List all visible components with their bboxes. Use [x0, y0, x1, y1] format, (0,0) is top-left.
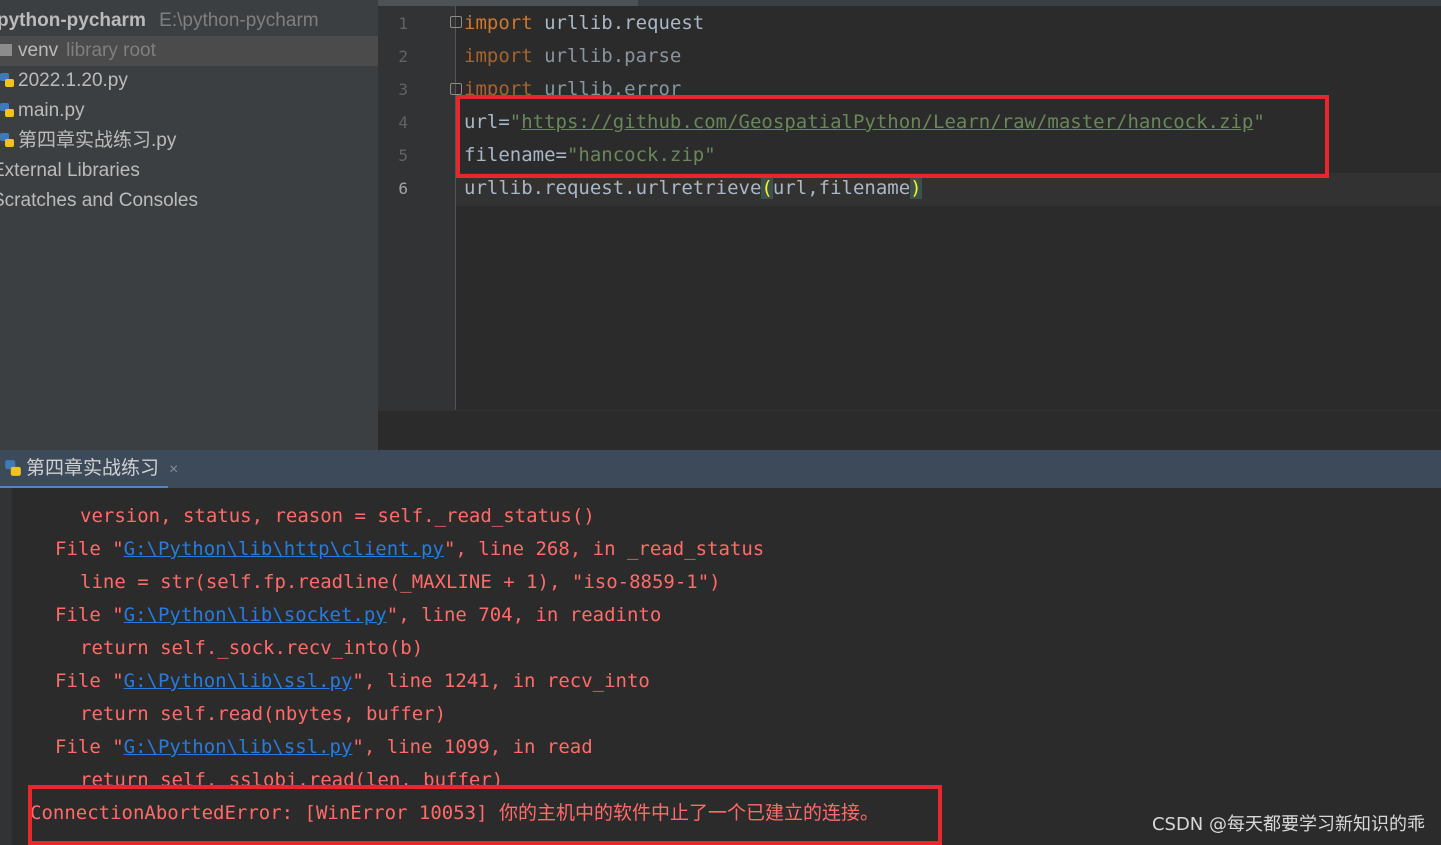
- tree-item-file[interactable]: main.py: [0, 96, 378, 126]
- project-root-path: E:\python-pycharm: [159, 10, 319, 31]
- line-number-gutter: [378, 6, 456, 410]
- code-text: urllib.parse: [532, 45, 682, 67]
- highlight-box: [456, 95, 1329, 178]
- code-text: urllib.request.urlretrieve: [464, 177, 762, 199]
- console-line: version, status, reason = self._read_sta…: [80, 505, 595, 527]
- console-text: ", line 268, in _read_status: [443, 538, 765, 560]
- gutter-separator: [455, 6, 456, 410]
- fold-marker-icon[interactable]: [450, 83, 462, 95]
- file-link[interactable]: G:\Python\lib\http\client.py: [124, 538, 444, 560]
- tree-item-label: 第四章实战练习.py: [18, 130, 177, 151]
- folder-icon: [0, 44, 12, 56]
- line-number: 3: [398, 80, 408, 99]
- tree-item-file[interactable]: 2022.1.20.py: [0, 66, 378, 96]
- watermark: CSDN @每天都要学习新知识的乖: [1151, 814, 1425, 835]
- console-text: ", line 1099, in read: [352, 736, 593, 758]
- console-line: File "G:\Python\lib\http\client.py", lin…: [55, 533, 764, 566]
- console-line: line = str(self.fp.readline(_MAXLINE + 1…: [80, 571, 721, 593]
- code-line: import urllib.parse: [464, 40, 681, 73]
- console-text: File ": [55, 604, 124, 626]
- run-tool-window-header: 第四章实战练习 ×: [0, 450, 1441, 488]
- code-line: import urllib.request: [464, 7, 704, 40]
- console-text: ", line 704, in readinto: [386, 604, 662, 626]
- matched-paren: ): [910, 177, 922, 199]
- code-editor[interactable]: 1 2 3 4 5 6 import urllib.request import…: [378, 0, 1441, 450]
- console-text: File ": [55, 736, 124, 758]
- code-text: url,filename: [772, 177, 911, 199]
- tree-item-external-libraries[interactable]: External Libraries: [0, 156, 370, 186]
- console-toolbar-strip: [0, 488, 12, 845]
- project-root-name: python-pycharm: [0, 10, 146, 31]
- tree-item-label: venv: [18, 40, 59, 61]
- console-text: File ": [55, 538, 124, 560]
- python-file-icon: [0, 73, 14, 87]
- console-line: File "G:\Python\lib\socket.py", line 704…: [55, 599, 661, 632]
- line-number: 6: [398, 179, 408, 198]
- file-link[interactable]: G:\Python\lib\ssl.py: [124, 670, 353, 692]
- console-text: ", line 1241, in recv_into: [352, 670, 650, 692]
- console-line: File "G:\Python\lib\ssl.py", line 1099, …: [55, 731, 593, 764]
- tree-item-venv[interactable]: venv library root: [0, 36, 378, 66]
- code-text: urllib.error: [532, 78, 682, 95]
- python-file-icon: [0, 133, 14, 147]
- python-run-icon: [5, 460, 21, 476]
- matched-paren: (: [761, 177, 773, 199]
- line-number: 4: [398, 113, 408, 132]
- keyword: import: [464, 12, 533, 34]
- tree-item-sub: library root: [66, 40, 156, 61]
- keyword: import: [464, 78, 533, 95]
- close-icon[interactable]: ×: [169, 461, 178, 478]
- tree-item-label: Scratches and Consoles: [0, 190, 198, 211]
- line-number: 1: [398, 14, 408, 33]
- file-link[interactable]: G:\Python\lib\ssl.py: [124, 736, 353, 758]
- editor-tab-bar: [378, 0, 1441, 6]
- project-root-row[interactable]: python-pycharm E:\python-pycharm: [0, 6, 375, 36]
- console-line: return self._sock.recv_into(b): [80, 637, 424, 659]
- console-text: File ": [55, 670, 124, 692]
- console-line: File "G:\Python\lib\ssl.py", line 1241, …: [55, 665, 650, 698]
- tree-item-label: 2022.1.20.py: [18, 70, 128, 91]
- file-link[interactable]: G:\Python\lib\socket.py: [124, 604, 387, 626]
- keyword: import: [464, 45, 533, 67]
- tree-item-file[interactable]: 第四章实战练习.py: [0, 126, 378, 156]
- run-tab-label: 第四章实战练习: [26, 458, 160, 479]
- line-number: 2: [398, 47, 408, 66]
- python-file-icon: [0, 103, 14, 117]
- tree-item-label: main.py: [18, 100, 85, 121]
- run-tab[interactable]: 第四章实战练习 ×: [0, 450, 178, 488]
- fold-marker-icon[interactable]: [450, 16, 462, 28]
- tree-item-scratches[interactable]: Scratches and Consoles: [0, 186, 370, 216]
- editor-footer: [378, 410, 1441, 450]
- project-tool-window: python-pycharm E:\python-pycharm venv lib…: [0, 0, 378, 450]
- code-line: import urllib.error: [464, 73, 681, 95]
- console-line: return self.read(nbytes, buffer): [80, 703, 447, 725]
- error-highlight-box: [28, 785, 942, 845]
- tree-item-label: External Libraries: [0, 160, 140, 181]
- line-number: 5: [398, 146, 408, 165]
- code-text: urllib.request: [532, 12, 705, 34]
